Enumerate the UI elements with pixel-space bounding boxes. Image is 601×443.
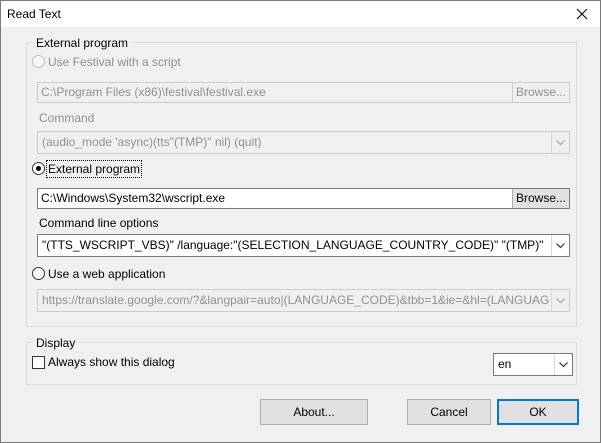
radio-selected-dot — [36, 166, 41, 171]
external-browse-button[interactable]: Browse... — [512, 189, 569, 208]
external-program-caption: External program — [33, 36, 132, 50]
always-show-label[interactable]: Always show this dialog — [48, 355, 175, 369]
chevron-down-icon — [559, 361, 568, 367]
cmdline-label: Command line options — [39, 216, 159, 230]
read-text-dialog: Read Text External program Use Festival … — [0, 0, 601, 443]
language-dropdown-button[interactable] — [554, 354, 572, 375]
web-url-value: https://translate.google.com/?&langpair=… — [42, 293, 550, 307]
web-application-radio-label[interactable]: Use a web application — [48, 267, 165, 281]
festival-path-field[interactable]: C:\Program Files (x86)\festival\festival… — [37, 82, 570, 103]
language-combo[interactable]: en — [493, 353, 573, 376]
web-url-combo[interactable]: https://translate.google.com/?&langpair=… — [37, 289, 570, 312]
always-show-checkbox[interactable] — [32, 356, 45, 369]
festival-path-value: C:\Program Files (x86)\festival\festival… — [41, 85, 266, 99]
chevron-down-icon — [556, 297, 565, 303]
cmdline-value: "(TTS_WSCRIPT_VBS)" /language:"(SELECTIO… — [42, 238, 544, 252]
about-button[interactable]: About... — [260, 399, 368, 425]
ok-button[interactable]: OK — [497, 399, 579, 425]
command-value: (audio_mode 'async)(tts"(TMP)" nil) (qui… — [42, 135, 262, 149]
command-dropdown-button[interactable] — [551, 132, 569, 153]
close-icon — [576, 8, 588, 20]
web-url-dropdown-button[interactable] — [551, 290, 569, 311]
command-combo[interactable]: (audio_mode 'async)(tts"(TMP)" nil) (qui… — [37, 131, 570, 154]
festival-radio[interactable] — [32, 55, 45, 68]
display-caption: Display — [33, 336, 79, 350]
window-title: Read Text — [7, 7, 61, 21]
external-path-value: C:\Windows\System32\wscript.exe — [41, 191, 226, 205]
chevron-down-icon — [556, 139, 565, 145]
festival-radio-label[interactable]: Use Festival with a script — [48, 55, 181, 69]
chevron-down-icon — [556, 242, 565, 248]
external-path-field[interactable]: C:\Windows\System32\wscript.exe Browse..… — [37, 188, 570, 209]
cancel-button[interactable]: Cancel — [407, 399, 491, 425]
command-label: Command — [39, 111, 95, 125]
festival-browse-button[interactable]: Browse... — [512, 83, 569, 102]
close-button[interactable] — [564, 1, 600, 27]
title-bar: Read Text — [1, 1, 600, 27]
external-program-radio-label[interactable]: External program — [45, 160, 143, 178]
external-program-radio[interactable] — [32, 162, 45, 175]
language-value: en — [498, 357, 512, 371]
web-application-radio[interactable] — [32, 267, 45, 280]
cmdline-dropdown-button[interactable] — [551, 235, 569, 256]
cmdline-combo[interactable]: "(TTS_WSCRIPT_VBS)" /language:"(SELECTIO… — [37, 234, 570, 257]
